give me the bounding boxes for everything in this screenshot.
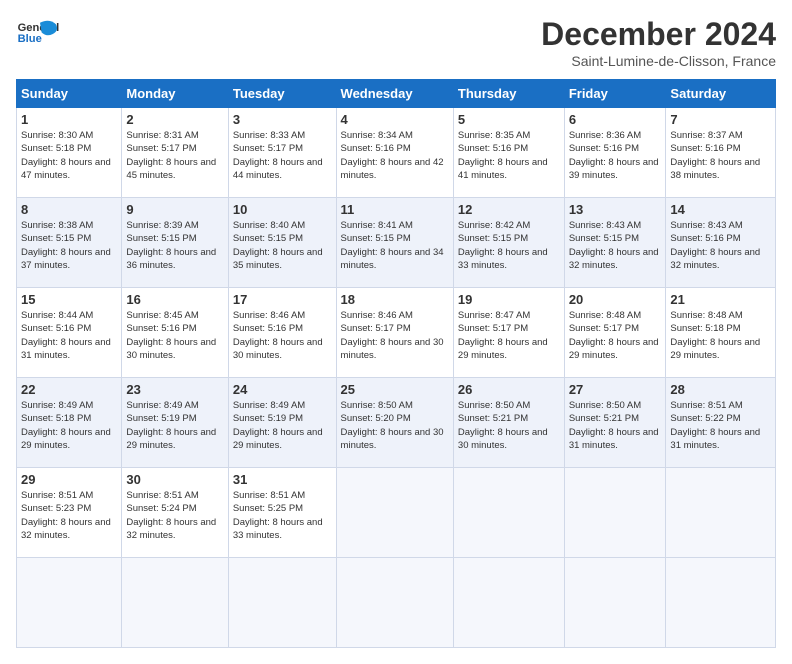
calendar-cell: 2Sunrise: 8:31 AMSunset: 5:17 PMDaylight…: [122, 108, 228, 198]
header-monday: Monday: [122, 80, 228, 108]
calendar-cell: 13Sunrise: 8:43 AMSunset: 5:15 PMDayligh…: [564, 198, 666, 288]
calendar-cell: 31Sunrise: 8:51 AMSunset: 5:25 PMDayligh…: [228, 468, 336, 558]
calendar-cell: [564, 468, 666, 558]
calendar-cell: 15Sunrise: 8:44 AMSunset: 5:16 PMDayligh…: [17, 288, 122, 378]
header-wednesday: Wednesday: [336, 80, 453, 108]
page-header: General Blue December 2024 Saint-Lumine-…: [16, 16, 776, 69]
header-friday: Friday: [564, 80, 666, 108]
calendar-cell: 14Sunrise: 8:43 AMSunset: 5:16 PMDayligh…: [666, 198, 776, 288]
calendar-cell: 3Sunrise: 8:33 AMSunset: 5:17 PMDaylight…: [228, 108, 336, 198]
calendar-cell: 20Sunrise: 8:48 AMSunset: 5:17 PMDayligh…: [564, 288, 666, 378]
calendar-cell: 18Sunrise: 8:46 AMSunset: 5:17 PMDayligh…: [336, 288, 453, 378]
header-tuesday: Tuesday: [228, 80, 336, 108]
calendar-cell: [17, 558, 122, 648]
calendar-header-row: Sunday Monday Tuesday Wednesday Thursday…: [17, 80, 776, 108]
calendar-cell: [336, 558, 453, 648]
calendar-cell: 10Sunrise: 8:40 AMSunset: 5:15 PMDayligh…: [228, 198, 336, 288]
calendar-cell: 4Sunrise: 8:34 AMSunset: 5:16 PMDaylight…: [336, 108, 453, 198]
calendar-cell: 7Sunrise: 8:37 AMSunset: 5:16 PMDaylight…: [666, 108, 776, 198]
calendar-cell: 5Sunrise: 8:35 AMSunset: 5:16 PMDaylight…: [453, 108, 564, 198]
calendar-cell: [336, 468, 453, 558]
calendar-cell: 29Sunrise: 8:51 AMSunset: 5:23 PMDayligh…: [17, 468, 122, 558]
calendar-cell: 22Sunrise: 8:49 AMSunset: 5:18 PMDayligh…: [17, 378, 122, 468]
calendar-cell: 16Sunrise: 8:45 AMSunset: 5:16 PMDayligh…: [122, 288, 228, 378]
calendar-cell: 11Sunrise: 8:41 AMSunset: 5:15 PMDayligh…: [336, 198, 453, 288]
svg-text:Blue: Blue: [18, 33, 42, 45]
calendar-cell: [122, 558, 228, 648]
calendar-cell: 26Sunrise: 8:50 AMSunset: 5:21 PMDayligh…: [453, 378, 564, 468]
calendar-cell: 6Sunrise: 8:36 AMSunset: 5:16 PMDaylight…: [564, 108, 666, 198]
logo: General Blue: [16, 16, 64, 52]
calendar-row: 29Sunrise: 8:51 AMSunset: 5:23 PMDayligh…: [17, 468, 776, 558]
header-saturday: Saturday: [666, 80, 776, 108]
calendar-cell: 30Sunrise: 8:51 AMSunset: 5:24 PMDayligh…: [122, 468, 228, 558]
page-subtitle: Saint-Lumine-de-Clisson, France: [541, 53, 776, 69]
page-title: December 2024: [541, 16, 776, 53]
calendar-cell: 17Sunrise: 8:46 AMSunset: 5:16 PMDayligh…: [228, 288, 336, 378]
header-sunday: Sunday: [17, 80, 122, 108]
calendar-table: Sunday Monday Tuesday Wednesday Thursday…: [16, 79, 776, 648]
logo-icon: General Blue: [16, 16, 64, 52]
calendar-row: 1Sunrise: 8:30 AMSunset: 5:18 PMDaylight…: [17, 108, 776, 198]
calendar-cell: 9Sunrise: 8:39 AMSunset: 5:15 PMDaylight…: [122, 198, 228, 288]
calendar-cell: [666, 468, 776, 558]
calendar-row: 22Sunrise: 8:49 AMSunset: 5:18 PMDayligh…: [17, 378, 776, 468]
calendar-cell: 8Sunrise: 8:38 AMSunset: 5:15 PMDaylight…: [17, 198, 122, 288]
calendar-row: [17, 558, 776, 648]
calendar-cell: 21Sunrise: 8:48 AMSunset: 5:18 PMDayligh…: [666, 288, 776, 378]
calendar-cell: 24Sunrise: 8:49 AMSunset: 5:19 PMDayligh…: [228, 378, 336, 468]
calendar-cell: [453, 558, 564, 648]
header-thursday: Thursday: [453, 80, 564, 108]
calendar-row: 15Sunrise: 8:44 AMSunset: 5:16 PMDayligh…: [17, 288, 776, 378]
calendar-cell: 25Sunrise: 8:50 AMSunset: 5:20 PMDayligh…: [336, 378, 453, 468]
calendar-cell: 28Sunrise: 8:51 AMSunset: 5:22 PMDayligh…: [666, 378, 776, 468]
calendar-cell: [666, 558, 776, 648]
calendar-cell: [228, 558, 336, 648]
calendar-cell: 27Sunrise: 8:50 AMSunset: 5:21 PMDayligh…: [564, 378, 666, 468]
title-block: December 2024 Saint-Lumine-de-Clisson, F…: [541, 16, 776, 69]
calendar-cell: 23Sunrise: 8:49 AMSunset: 5:19 PMDayligh…: [122, 378, 228, 468]
calendar-cell: 19Sunrise: 8:47 AMSunset: 5:17 PMDayligh…: [453, 288, 564, 378]
calendar-cell: 1Sunrise: 8:30 AMSunset: 5:18 PMDaylight…: [17, 108, 122, 198]
calendar-cell: 12Sunrise: 8:42 AMSunset: 5:15 PMDayligh…: [453, 198, 564, 288]
calendar-row: 8Sunrise: 8:38 AMSunset: 5:15 PMDaylight…: [17, 198, 776, 288]
calendar-cell: [564, 558, 666, 648]
calendar-cell: [453, 468, 564, 558]
